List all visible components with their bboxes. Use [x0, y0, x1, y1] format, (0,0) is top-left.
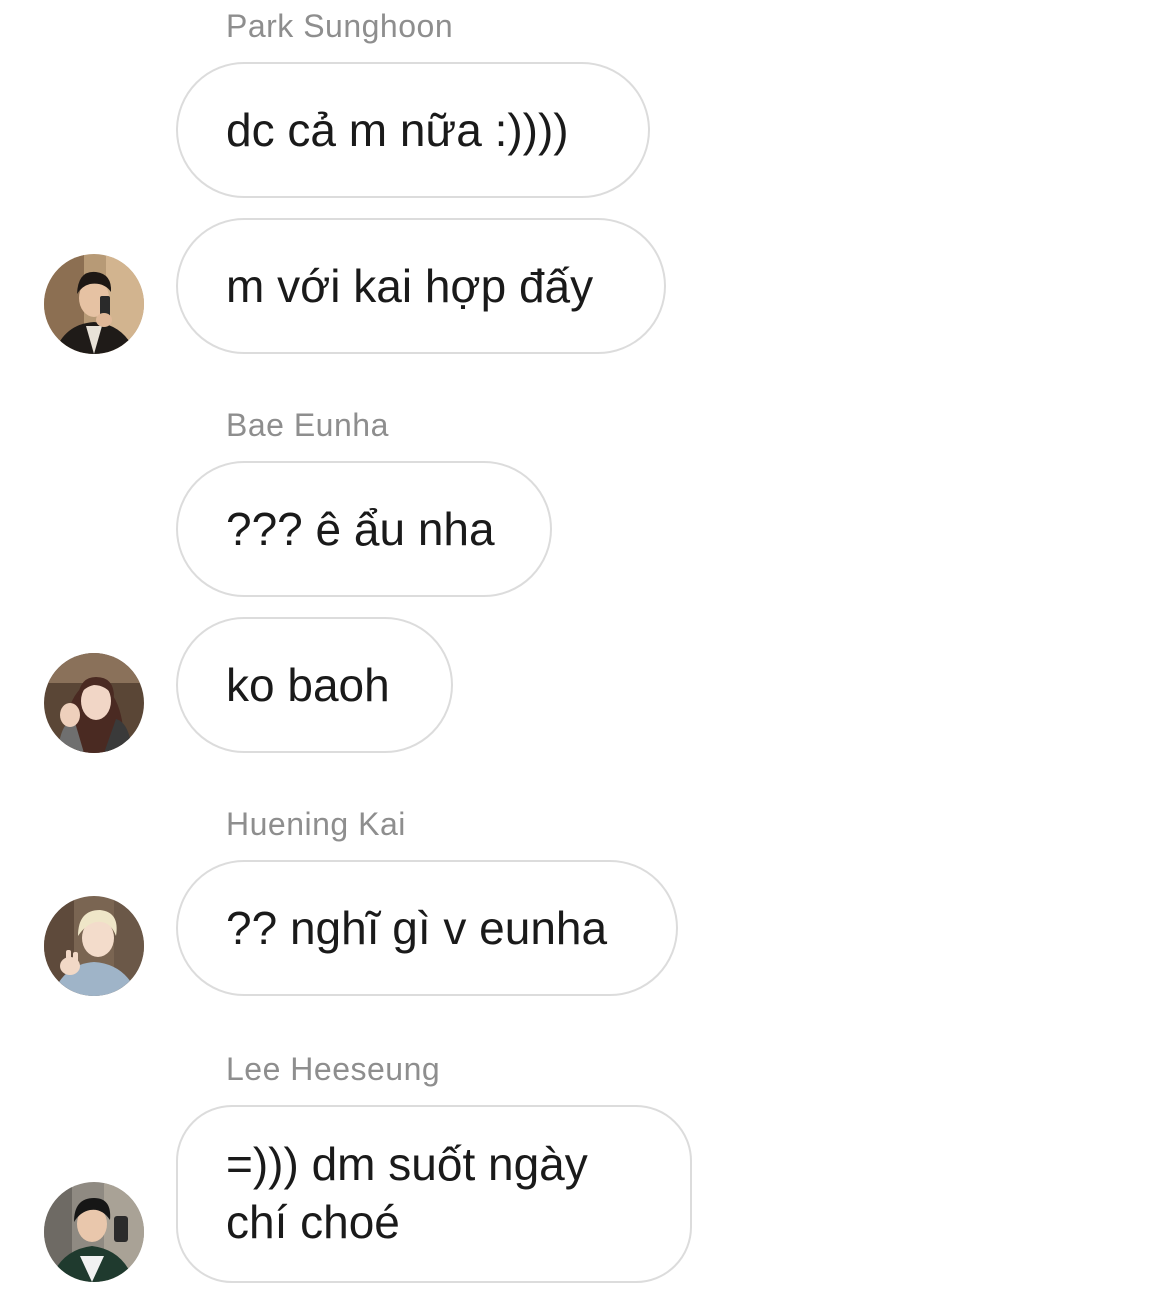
avatar[interactable] — [44, 1182, 144, 1282]
message-text: =))) dm suốt ngày chí choé — [226, 1138, 588, 1248]
sender-name: Bae Eunha — [226, 407, 389, 443]
sender-name: Huening Kai — [226, 806, 406, 842]
message-bubble[interactable]: ?? nghĩ gì v eunha — [176, 860, 678, 996]
profile-photo-avatar-icon — [44, 896, 144, 996]
message-text: m với kai hợp đấy — [226, 260, 594, 312]
message-text: ?? nghĩ gì v eunha — [226, 902, 608, 954]
avatar[interactable] — [44, 653, 144, 753]
message-bubble[interactable]: dc cả m nữa :)))) — [176, 62, 650, 198]
message-text: ??? ê ẩu nha — [226, 503, 495, 555]
sender-name: Lee Heeseung — [226, 1051, 441, 1087]
message-text: dc cả m nữa :)))) — [226, 104, 569, 156]
message-bubble[interactable]: =))) dm suốt ngày chí choé — [176, 1105, 692, 1283]
message-bubble[interactable]: ko baoh — [176, 617, 453, 753]
message-bubble[interactable]: m với kai hợp đấy — [176, 218, 666, 354]
profile-photo-avatar-icon — [44, 254, 144, 354]
profile-photo-avatar-icon — [44, 653, 144, 753]
avatar[interactable] — [44, 254, 144, 354]
avatar[interactable] — [44, 896, 144, 996]
profile-photo-avatar-icon — [44, 1182, 144, 1282]
sender-name: Park Sunghoon — [226, 8, 454, 44]
message-text: ko baoh — [226, 659, 390, 711]
message-bubble[interactable]: ??? ê ẩu nha — [176, 461, 552, 597]
